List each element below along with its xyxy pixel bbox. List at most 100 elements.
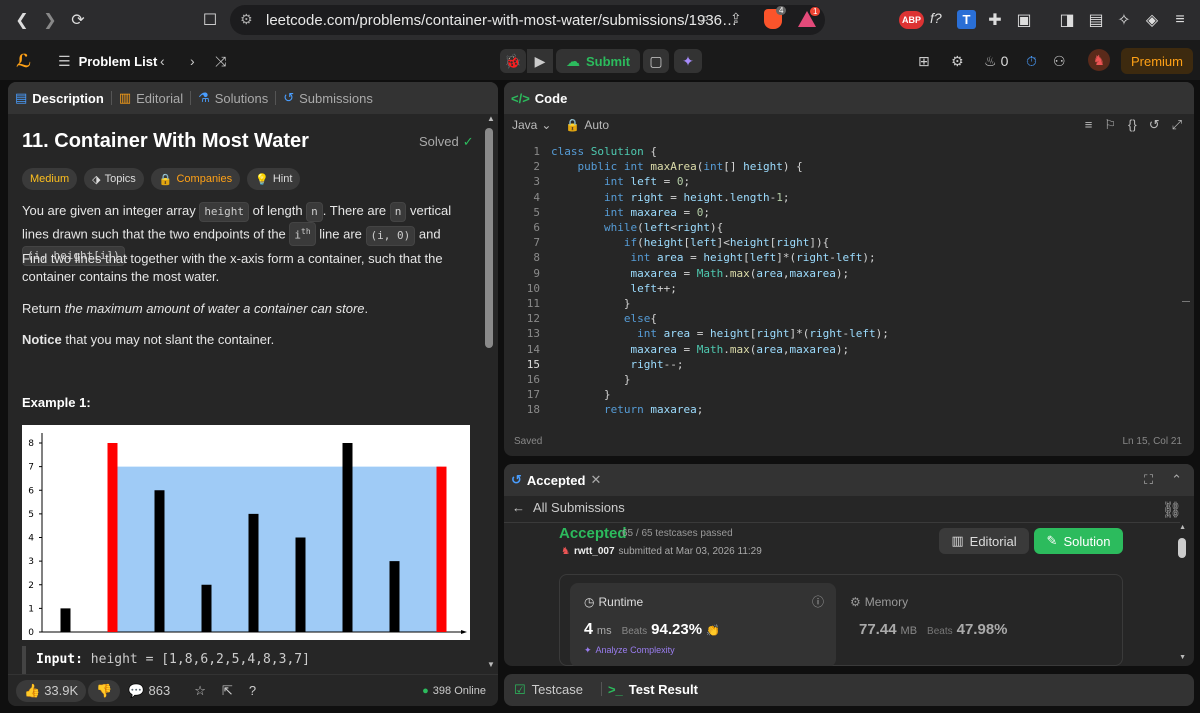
bar	[154, 490, 165, 632]
leetcode-logo-icon[interactable]: ℒ	[16, 49, 31, 73]
tab-description[interactable]: ▤ Description	[8, 82, 111, 114]
screenshot-icon[interactable]: ▣	[1012, 8, 1036, 32]
memory-header[interactable]: ⚙ Memory	[850, 595, 908, 609]
share-icon[interactable]: ⇱	[222, 683, 233, 699]
tab-submissions[interactable]: ↺ Submissions	[276, 82, 380, 114]
tab-code[interactable]: </> Code	[504, 82, 574, 114]
companies-chip[interactable]: 🔒 Companies	[150, 168, 241, 190]
submit-label: Submit	[585, 53, 631, 69]
vpn-icon[interactable]: ◈	[1140, 8, 1164, 32]
expand-icon[interactable]: ⤢	[1172, 117, 1182, 133]
translate-icon[interactable]: T	[957, 10, 976, 29]
result-scroll-thumb[interactable]	[1178, 538, 1186, 558]
settings-gear-icon[interactable]: ⚙	[951, 49, 964, 73]
text: You are given an integer array	[22, 203, 200, 218]
streak-count: 0	[1000, 53, 1009, 69]
forward-icon[interactable]: ❯	[38, 8, 62, 32]
share-icon[interactable]: ⇪	[730, 10, 742, 27]
site-settings-icon[interactable]: ⚙	[240, 11, 253, 28]
help-icon[interactable]: ?	[249, 683, 256, 698]
scroll-down-icon[interactable]: ▼	[487, 660, 495, 669]
like-button[interactable]: 👍 33.9K	[16, 679, 87, 702]
code-line: maxarea = Math.max(area,maxarea);	[630, 266, 850, 280]
format-icon[interactable]: ≡	[1085, 117, 1093, 133]
submission-meta: ♞ rwtt_007 submitted at Mar 03, 2026 11:29	[561, 546, 762, 557]
editorial-button[interactable]: ▥ Editorial	[939, 528, 1029, 554]
bookmark-icon[interactable]: ☐	[198, 8, 222, 32]
analyze-complexity-link[interactable]: ✦ Analyze Complexity	[584, 645, 675, 656]
streak-counter[interactable]: ♨ 0	[984, 49, 1008, 73]
scroll-thumb[interactable]	[485, 128, 493, 348]
text: .	[364, 301, 369, 316]
comments-button[interactable]: 💬 863	[128, 683, 170, 699]
code-editor[interactable]: 1 class Solution {2 public int maxArea(in…	[504, 144, 1180, 424]
tab-testcase[interactable]: ☑ Testcase	[514, 682, 583, 698]
y-tick-label: 4	[28, 534, 34, 544]
wallet-icon[interactable]: ▤	[1084, 8, 1108, 32]
back-icon[interactable]: ❮	[10, 8, 34, 32]
hint-label: Hint	[272, 173, 293, 185]
bookmark-icon[interactable]: ⚐	[1104, 117, 1116, 133]
username[interactable]: rwtt_007	[574, 546, 615, 557]
line-number: 10	[526, 281, 540, 295]
scroll-up-icon[interactable]: ▲	[1179, 524, 1186, 531]
reload-icon[interactable]: ⟳	[66, 8, 90, 32]
formula-icon[interactable]: f?	[930, 10, 942, 26]
topics-chip[interactable]: ⬗ Topics	[84, 168, 144, 190]
language-select[interactable]: Java ⌄	[512, 118, 551, 132]
collapse-icon[interactable]: ⌃	[1171, 472, 1182, 488]
solution-button[interactable]: ✎ Solution	[1034, 528, 1123, 554]
link-icon[interactable]: ⛓	[1162, 500, 1182, 520]
reset-icon[interactable]: ↺	[1149, 117, 1160, 133]
code-line: int maxarea = 0;	[603, 205, 710, 219]
scroll-up-icon[interactable]: ▲	[487, 114, 495, 123]
scroll-down-icon[interactable]: ▼	[1179, 654, 1186, 661]
hint-chip[interactable]: 💡 Hint	[247, 168, 301, 190]
code-line: return maxarea;	[603, 403, 704, 417]
address-bar[interactable]: ⚙ leetcode.com/problems/container-with-m…	[230, 5, 825, 35]
extensions-icon[interactable]: ✚	[983, 8, 1007, 32]
zoom-icon[interactable]: ⌕	[701, 10, 709, 27]
ai-assistant-icon[interactable]: ✦	[674, 49, 702, 73]
tab-editorial[interactable]: ▥ Editorial	[112, 82, 190, 114]
notes-icon[interactable]: ▢	[643, 49, 669, 73]
shuffle-icon[interactable]: ⤨	[215, 49, 226, 73]
thumbs-down-icon[interactable]: 👎	[88, 679, 121, 702]
code-line: maxarea = Math.max(area,maxarea);	[630, 342, 850, 356]
input-value: height = [1,8,6,2,5,4,8,3,7]	[82, 652, 310, 667]
tab-solutions[interactable]: ⚗ Solutions	[191, 82, 275, 114]
sidebar-icon[interactable]: ◨	[1055, 8, 1079, 32]
star-icon[interactable]: ☆	[194, 683, 206, 699]
submit-button[interactable]: ☁ Submit	[556, 49, 640, 73]
runtime-value: 4	[584, 621, 593, 638]
info-icon[interactable]: ⓘ	[812, 593, 824, 610]
avatar[interactable]: ♞	[1088, 49, 1110, 71]
checkbox-icon: ☑	[514, 682, 526, 697]
debug-icon[interactable]: 🐞	[500, 49, 526, 73]
scrollbar[interactable]: ▲ ▼	[484, 112, 495, 672]
close-icon[interactable]: ✕	[590, 472, 601, 488]
maximize-icon[interactable]: ⛶	[1144, 472, 1153, 488]
code-icon: </>	[511, 90, 530, 106]
timer-icon[interactable]: ⏱	[1026, 49, 1037, 73]
tab-accepted[interactable]: ↺ Accepted ✕	[504, 464, 608, 496]
all-submissions-link[interactable]: ← All Submissions	[512, 500, 625, 515]
tab-test-result[interactable]: >_ Test Result	[608, 682, 698, 698]
problem-list-button[interactable]: ☰ Problem List	[58, 49, 157, 73]
mode-indicator[interactable]: 🔒 Auto	[565, 118, 609, 132]
run-icon[interactable]: ▶	[527, 49, 553, 73]
layout-icon[interactable]: ⊞	[918, 49, 930, 73]
difficulty-badge[interactable]: Medium	[22, 168, 78, 190]
menu-icon[interactable]: ≡	[1168, 8, 1192, 32]
braces-icon[interactable]: {}	[1128, 117, 1137, 133]
next-problem-icon[interactable]: ›	[190, 49, 195, 73]
adblock-icon[interactable]: ABP	[899, 11, 925, 29]
ai-icon[interactable]: ✧	[1112, 8, 1136, 32]
line-number: 15	[526, 357, 540, 371]
premium-button[interactable]: Premium	[1121, 48, 1193, 74]
add-friend-icon[interactable]: ⚇	[1053, 49, 1066, 73]
leetcode-navbar: ℒ ☰ Problem List ‹ › ⤨ 🐞 ▶ ☁ Submit ▢ ✦ …	[0, 40, 1200, 80]
code-line: }	[551, 388, 611, 402]
runtime-card[interactable]: ◷ Runtime ⓘ 4 ms Beats 94.23% 👏 ✦ Analyze …	[570, 583, 836, 666]
prev-problem-icon[interactable]: ‹	[160, 49, 165, 73]
